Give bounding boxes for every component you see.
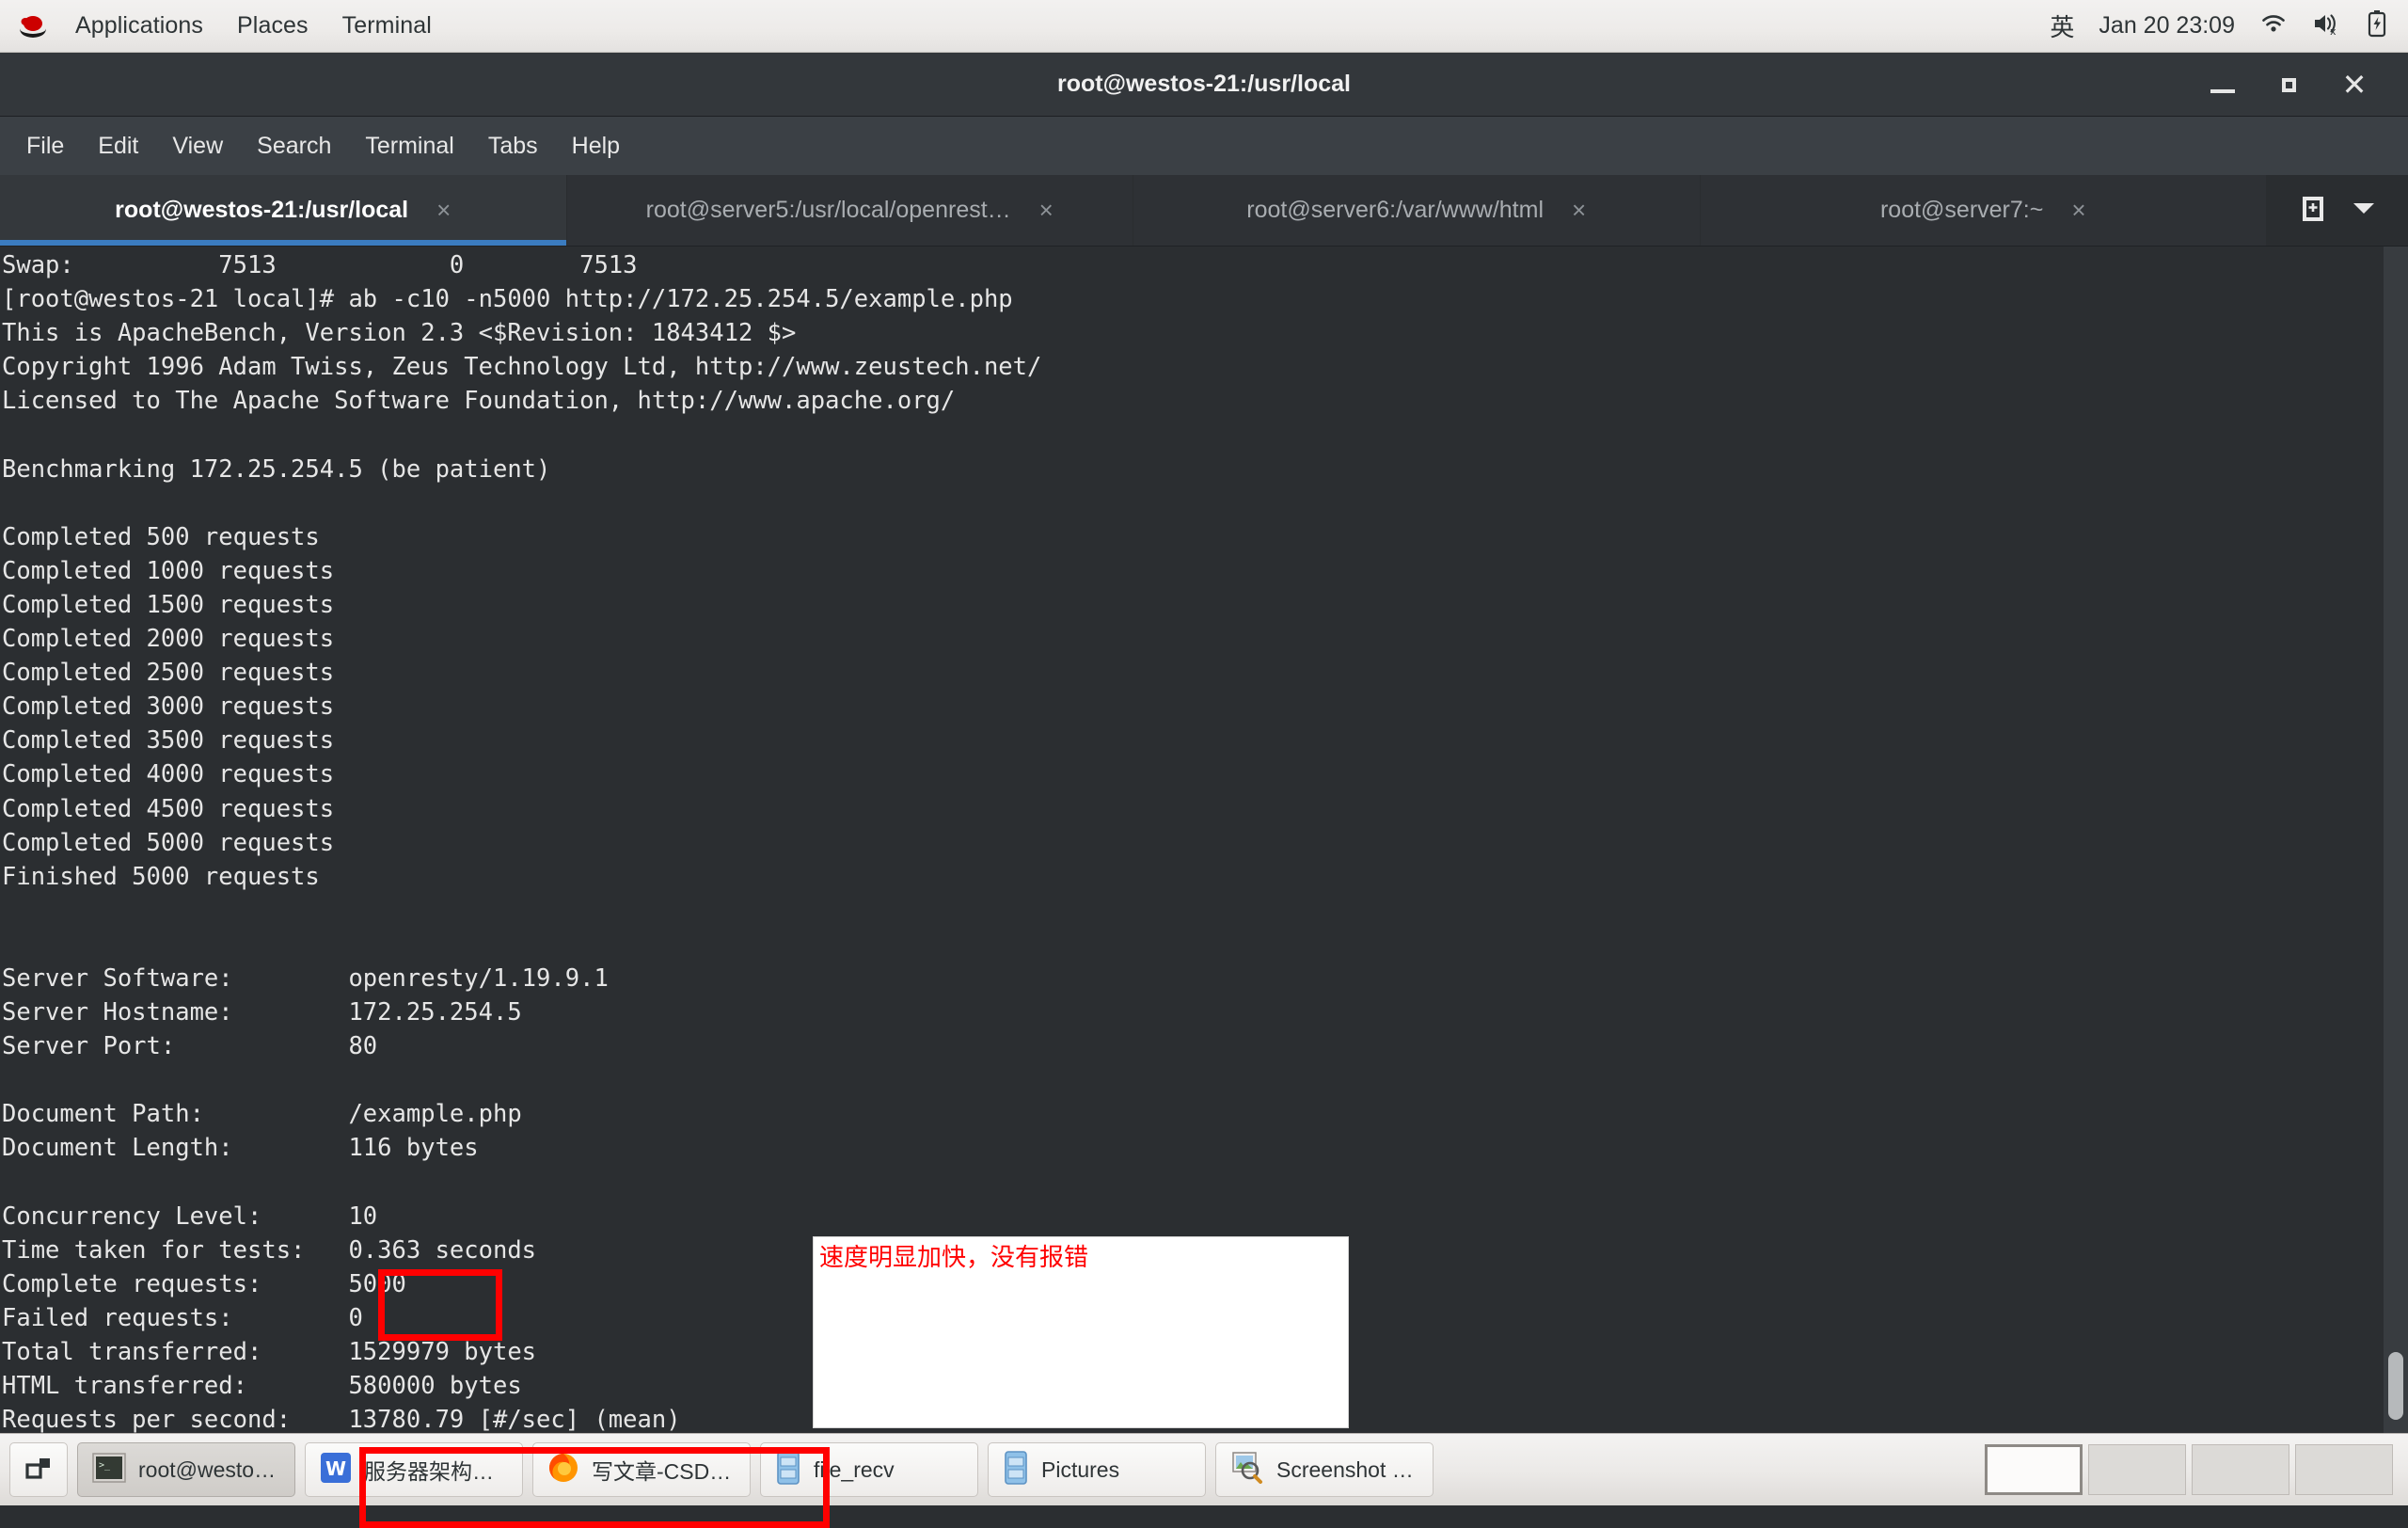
taskbar-item-label: 写文章-CSDN博客…	[592, 1459, 737, 1484]
input-method-indicator[interactable]: 英	[2050, 8, 2074, 43]
wps-writer-icon: W	[319, 1451, 353, 1489]
tab-strip-tools	[2267, 175, 2408, 246]
minimize-icon	[2210, 89, 2235, 93]
terminal-icon: >_	[91, 1452, 127, 1488]
volume-muted-icon[interactable]: x	[2312, 11, 2342, 40]
taskbar-item-label: Pictures	[1041, 1456, 1120, 1482]
taskbar-item-label: Screenshot from 2…	[1276, 1456, 1419, 1482]
menu-help[interactable]: Help	[555, 117, 637, 175]
annotation-note-box: 速度明显加快，没有报错	[813, 1236, 1349, 1428]
chevron-down-icon[interactable]	[2352, 199, 2376, 221]
scrollbar-thumb[interactable]	[2388, 1352, 2403, 1420]
window-titlebar[interactable]: root@westos-21:/usr/local ✕	[0, 53, 2408, 117]
menu-search[interactable]: Search	[240, 117, 348, 175]
tab-label: root@westos-21:/usr/local	[115, 197, 409, 223]
panel-status-area: 英 Jan 20 23:09 x	[2025, 0, 2408, 52]
maximize-button[interactable]	[2267, 63, 2310, 106]
screenshot-icon	[1229, 1450, 1265, 1490]
tab-label: root@server6:/var/www/html	[1246, 197, 1545, 223]
taskbar-item-label: file_recv	[814, 1456, 895, 1482]
taskbar-item-pictures[interactable]: Pictures	[988, 1442, 1206, 1497]
wifi-icon[interactable]	[2259, 12, 2288, 40]
tab-label: root@server5:/usr/local/openrest…	[645, 197, 1011, 223]
tab-close-icon[interactable]: ×	[2071, 196, 2085, 225]
bottom-taskbar: >_ root@westos-21:/… W 服务器架构演变.p… 写文章-CS…	[0, 1433, 2408, 1505]
workspace-3[interactable]	[2192, 1444, 2289, 1495]
tab-close-icon[interactable]: ×	[436, 196, 451, 225]
panel-left-group: Applications Places Terminal	[0, 0, 449, 52]
firefox-icon	[547, 1451, 580, 1489]
gnome-top-panel: Applications Places Terminal 英 Jan 20 23…	[0, 0, 2408, 53]
clock[interactable]: Jan 20 23:09	[2099, 12, 2235, 40]
annotation-note-text: 速度明显加快，没有报错	[819, 1244, 1089, 1272]
workspace-2[interactable]	[2088, 1444, 2186, 1495]
battery-charging-icon[interactable]	[2367, 9, 2387, 42]
terminal-scrollbar[interactable]	[2384, 247, 2408, 1433]
terminal-output-area[interactable]: Swap: 7513 0 7513 [root@westos-21 local]…	[0, 247, 2408, 1433]
svg-text:W: W	[325, 1457, 346, 1480]
workspace-1[interactable]	[1985, 1444, 2083, 1495]
workspace-switcher[interactable]	[1985, 1444, 2393, 1495]
taskbar-item-wps-writer[interactable]: W 服务器架构演变.p…	[305, 1442, 523, 1497]
menu-terminal[interactable]: Terminal	[325, 0, 449, 52]
terminal-menubar: File Edit View Search Terminal Tabs Help	[0, 117, 2408, 175]
menu-applications[interactable]: Applications	[58, 0, 220, 52]
new-tab-icon[interactable]	[2299, 193, 2327, 228]
taskbar-item-firefox[interactable]: 写文章-CSDN博客…	[532, 1442, 751, 1497]
taskbar-item-screenshot[interactable]: Screenshot from 2…	[1215, 1442, 1434, 1497]
tab-root-westos-21[interactable]: root@westos-21:/usr/local ×	[0, 175, 567, 246]
workspace-4[interactable]	[2295, 1444, 2393, 1495]
svg-text:x: x	[2330, 25, 2337, 36]
tab-label: root@server7:~	[1879, 197, 2044, 223]
show-desktop-button[interactable]	[9, 1442, 68, 1497]
folder-icon	[774, 1450, 802, 1490]
menu-edit[interactable]: Edit	[81, 117, 155, 175]
minimize-button[interactable]	[2201, 63, 2244, 106]
folder-icon	[1002, 1450, 1030, 1490]
show-desktop-icon	[24, 1453, 54, 1488]
close-icon: ✕	[2341, 68, 2368, 102]
taskbar-item-label: root@westos-21:/…	[138, 1456, 281, 1482]
close-button[interactable]: ✕	[2333, 63, 2376, 106]
window-controls: ✕	[2178, 53, 2376, 117]
tab-root-server5[interactable]: root@server5:/usr/local/openrest… ×	[566, 175, 1133, 246]
svg-text:>_: >_	[99, 1460, 111, 1471]
taskbar-item-terminal[interactable]: >_ root@westos-21:/…	[77, 1442, 295, 1497]
taskbar-item-file-recv[interactable]: file_recv	[760, 1442, 978, 1497]
menu-tabs[interactable]: Tabs	[471, 117, 555, 175]
maximize-icon	[2281, 77, 2296, 92]
tab-root-server6[interactable]: root@server6:/var/www/html ×	[1133, 175, 1701, 246]
tab-close-icon[interactable]: ×	[1572, 196, 1586, 225]
tab-root-server7[interactable]: root@server7:~ ×	[1700, 175, 2267, 246]
window-title: root@westos-21:/usr/local	[1057, 71, 1351, 97]
tab-close-icon[interactable]: ×	[1039, 196, 1054, 225]
taskbar-item-label: 服务器架构演变.p…	[364, 1459, 509, 1484]
terminal-tab-strip: root@westos-21:/usr/local × root@server5…	[0, 175, 2408, 247]
menu-view[interactable]: View	[155, 117, 240, 175]
terminal-window: root@westos-21:/usr/local ✕ File Edit Vi…	[0, 53, 2408, 1528]
menu-places[interactable]: Places	[220, 0, 325, 52]
menu-terminal[interactable]: Terminal	[348, 117, 470, 175]
menu-file[interactable]: File	[9, 117, 81, 175]
redhat-logo-icon	[17, 10, 49, 42]
